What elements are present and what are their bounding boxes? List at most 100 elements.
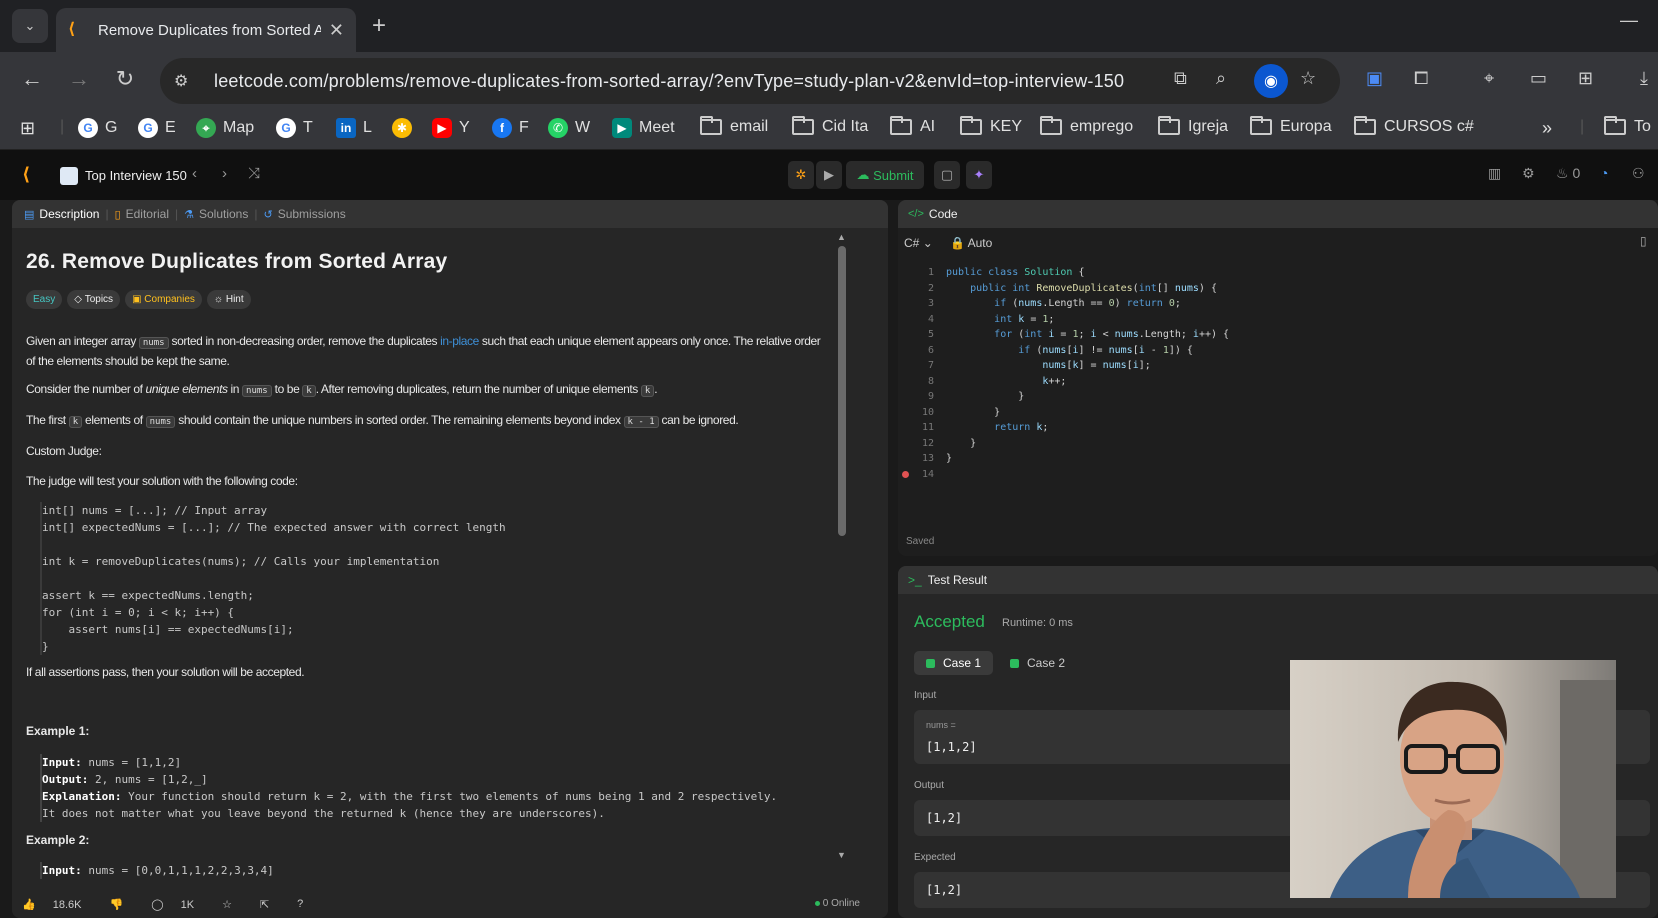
- bookmark-folder[interactable]: email: [700, 116, 768, 136]
- breakpoint-icon[interactable]: [902, 470, 909, 478]
- more-bookmarks-icon[interactable]: »: [1542, 118, 1552, 139]
- bookmark-icon[interactable]: ▯: [1640, 234, 1647, 248]
- site-info-icon[interactable]: ⚙: [174, 71, 200, 91]
- zoom-icon[interactable]: ⌕: [1216, 68, 1226, 89]
- extension-icon[interactable]: ▣: [1366, 68, 1383, 89]
- study-plan-title[interactable]: Top Interview 150: [85, 168, 187, 183]
- code-line[interactable]: 10 }: [898, 405, 1658, 421]
- settings-icon[interactable]: ⚙: [1522, 165, 1535, 182]
- language-select[interactable]: C# ⌄: [904, 236, 933, 250]
- ai-assist-icon[interactable]: ✦: [966, 161, 992, 189]
- bookmark-folder[interactable]: AI: [890, 116, 935, 136]
- bookmark-star-icon[interactable]: ☆: [1300, 68, 1316, 89]
- invite-user-icon[interactable]: ⚇: [1632, 165, 1645, 182]
- location-icon[interactable]: ⌖: [1484, 68, 1494, 89]
- bookmark-item[interactable]: ▶ Meet: [612, 118, 675, 138]
- code-line[interactable]: 1 public class Solution {: [898, 265, 1658, 281]
- bookmark-folder[interactable]: CURSOS c#: [1354, 116, 1474, 136]
- comments-button[interactable]: ◯ 1K: [151, 898, 208, 911]
- bookmark-item[interactable]: fF: [492, 118, 529, 138]
- streak-counter[interactable]: ♨ 0: [1556, 165, 1580, 182]
- google-lens-icon[interactable]: ◉: [1254, 64, 1288, 98]
- forward-button[interactable]: →: [64, 66, 94, 92]
- comment-icon: ◯: [151, 898, 164, 911]
- layout-icon[interactable]: ▥: [1488, 165, 1501, 182]
- hint-chip[interactable]: ☼ Hint: [206, 290, 251, 309]
- bookmark-folder[interactable]: KEY: [960, 116, 1022, 136]
- code-line[interactable]: 6 if (nums[i] != nums[i - 1]) {: [898, 343, 1658, 359]
- help-button[interactable]: ?: [297, 898, 317, 910]
- favorite-button[interactable]: ☆: [222, 898, 246, 911]
- bookmark-item[interactable]: in L: [336, 118, 372, 138]
- scroll-up-icon[interactable]: ▲: [837, 232, 846, 242]
- code-line[interactable]: 3 if (nums.Length == 0) return 0;: [898, 296, 1658, 312]
- run-button[interactable]: ▶: [816, 161, 842, 189]
- case-tab-1[interactable]: Case 1: [914, 651, 994, 675]
- tab-search-button[interactable]: ⌄: [12, 9, 48, 43]
- shuffle-icon[interactable]: ⤨: [248, 165, 260, 182]
- apps-grid-icon[interactable]: ⊞: [1578, 68, 1593, 89]
- auto-mode[interactable]: 🔒 Auto: [950, 236, 992, 250]
- like-button[interactable]: 👍 18.6K: [22, 898, 96, 911]
- problem-title[interactable]: 26. Remove Duplicates from Sorted Array: [26, 250, 447, 274]
- code-line[interactable]: 5 for (int i = 1; i < nums.Length; i++) …: [898, 327, 1658, 343]
- code-line[interactable]: 2 public int RemoveDuplicates(int[] nums…: [898, 281, 1658, 297]
- prev-problem-icon[interactable]: ‹: [192, 165, 197, 182]
- folder-icon: [700, 116, 722, 135]
- bookmark-folder[interactable]: To: [1604, 116, 1651, 136]
- scroll-down-icon[interactable]: ▼: [837, 850, 846, 860]
- topics-chip[interactable]: ◇ Topics: [67, 290, 121, 309]
- submit-button[interactable]: ☁ Submit: [846, 161, 924, 189]
- minimize-window-button[interactable]: —: [1620, 10, 1638, 31]
- bookmark-item[interactable]: GE: [138, 118, 176, 138]
- next-problem-icon[interactable]: ›: [222, 165, 227, 182]
- bookmark-item[interactable]: ✆ W: [548, 118, 590, 138]
- code-line[interactable]: 11 return k;: [898, 420, 1658, 436]
- code-line[interactable]: 4 int k = 1;: [898, 312, 1658, 328]
- description-scrollbar[interactable]: ▲ ▼: [837, 232, 846, 872]
- bookmark-folder[interactable]: Igreja: [1158, 116, 1228, 136]
- apps-icon[interactable]: ⊞: [20, 118, 35, 139]
- code-line[interactable]: 7 nums[k] = nums[i];: [898, 358, 1658, 374]
- bookmark-folder[interactable]: Cid Ita: [792, 116, 868, 136]
- tab-description[interactable]: ▤ Description: [24, 207, 99, 221]
- close-tab-icon[interactable]: ✕: [329, 20, 344, 41]
- in-place-link[interactable]: in-place: [440, 334, 479, 348]
- bookmark-item[interactable]: ▶ Y: [432, 118, 470, 138]
- history-icon: ↺: [263, 208, 273, 221]
- tab-solutions[interactable]: ⚗ Solutions: [184, 207, 248, 221]
- notes-icon[interactable]: ▢: [934, 161, 960, 189]
- code-line[interactable]: 8 k++;: [898, 374, 1658, 390]
- browser-tab[interactable]: ⟨ Remove Duplicates from Sorted Array ✕: [56, 8, 356, 52]
- debug-icon[interactable]: ✲: [788, 161, 814, 189]
- address-bar[interactable]: ⚙ leetcode.com/problems/remove-duplicate…: [160, 58, 1340, 104]
- leetcode-favicon-icon: ⟨: [68, 21, 76, 38]
- url-text[interactable]: leetcode.com/problems/remove-duplicates-…: [214, 71, 1124, 92]
- code-line[interactable]: 13}: [898, 451, 1658, 467]
- translate-icon[interactable]: ⧉: [1174, 68, 1187, 89]
- companies-chip[interactable]: ▣ Companies: [125, 290, 202, 309]
- new-tab-button[interactable]: +: [372, 12, 386, 40]
- scrollbar-thumb[interactable]: [838, 246, 846, 536]
- case-tab-2[interactable]: Case 2: [998, 651, 1077, 675]
- leetcode-logo-icon[interactable]: ⟨: [22, 164, 30, 185]
- bookmark-folder[interactable]: emprego: [1040, 116, 1133, 136]
- bookmark-item[interactable]: ✱: [392, 118, 419, 138]
- bookmark-item[interactable]: ⌖ Map: [196, 118, 254, 138]
- share-button[interactable]: ⇱: [260, 898, 283, 911]
- reload-button[interactable]: ↻: [110, 66, 140, 92]
- code-line[interactable]: 12 }: [898, 436, 1658, 452]
- back-button[interactable]: ←: [17, 66, 47, 92]
- tab-editorial[interactable]: ▯ Editorial: [115, 207, 169, 221]
- timer-icon[interactable]: ◔: [1600, 165, 1608, 181]
- cast-icon[interactable]: ▭: [1530, 68, 1547, 89]
- code-line[interactable]: 9 }: [898, 389, 1658, 405]
- bookmark-item[interactable]: GG: [78, 118, 117, 138]
- download-icon[interactable]: ⤓: [1640, 68, 1648, 89]
- bookmark-item[interactable]: GT: [276, 118, 313, 138]
- code-line[interactable]: 14: [898, 467, 1658, 483]
- extensions-puzzle-icon[interactable]: ⧠: [1414, 68, 1428, 89]
- bookmark-folder[interactable]: Europa: [1250, 116, 1332, 136]
- dislike-button[interactable]: 👎: [110, 898, 138, 911]
- tab-submissions[interactable]: ↺ Submissions: [263, 207, 345, 221]
